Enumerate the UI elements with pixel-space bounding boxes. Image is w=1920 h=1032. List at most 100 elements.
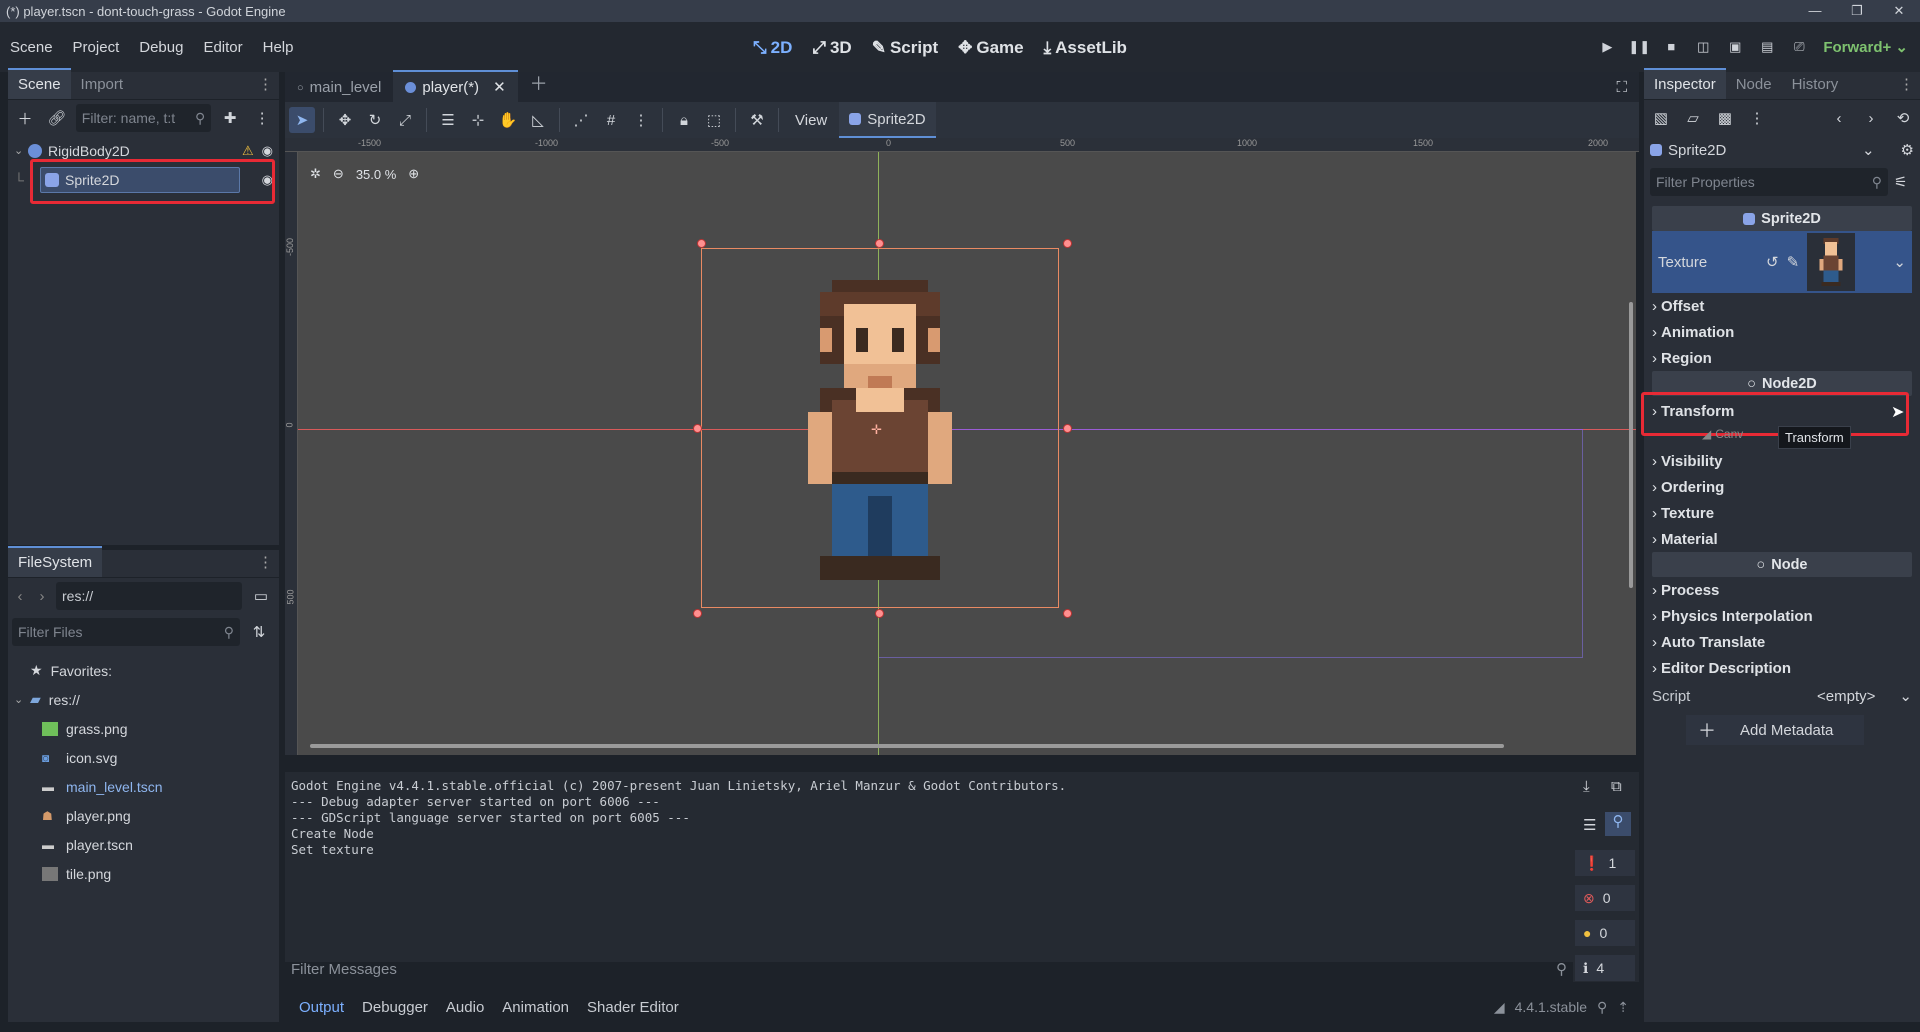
fullscreen-icon[interactable]: ⛶: [1604, 73, 1639, 102]
resize-handle[interactable]: [875, 239, 884, 248]
play-scene-icon[interactable]: ▣: [1719, 30, 1751, 64]
attach-script-icon[interactable]: ✚: [217, 105, 243, 131]
tab-filesystem[interactable]: FileSystem: [8, 546, 103, 577]
zoom-level[interactable]: 35.0 %: [356, 167, 396, 182]
path-field[interactable]: res://: [56, 582, 242, 610]
workspace-3d[interactable]: ⤢ 3D: [804, 34, 859, 62]
add-tab-icon[interactable]: ＋: [518, 64, 560, 102]
save-icon[interactable]: ▩: [1712, 105, 1738, 131]
zoom-out-icon[interactable]: ⊖: [333, 166, 344, 182]
dock-menu-icon[interactable]: ⋮: [252, 69, 279, 99]
workspace-assetlib[interactable]: ⤓ AssetLib: [1036, 34, 1135, 62]
play-custom-scene-icon[interactable]: ▤: [1751, 30, 1783, 64]
open-folder-icon[interactable]: ▱: [1680, 105, 1706, 131]
sprite2d-editor-tab[interactable]: Sprite2D: [839, 102, 936, 138]
tab-shader-editor[interactable]: Shader Editor: [579, 999, 687, 1016]
tab-debugger[interactable]: Debugger: [354, 999, 436, 1016]
section-material[interactable]: › Material: [1644, 526, 1920, 552]
stop-icon[interactable]: ■: [1655, 30, 1687, 64]
filter-properties-input[interactable]: Filter Properties ⚲: [1650, 168, 1888, 196]
section-ordering[interactable]: › Ordering: [1644, 474, 1920, 500]
movie-maker-icon[interactable]: ⎚: [1783, 30, 1815, 64]
expand-panel-icon[interactable]: ⇡: [1617, 999, 1629, 1016]
resize-handle[interactable]: [693, 609, 702, 618]
property-options-icon[interactable]: ⚟: [1894, 173, 1907, 191]
chevron-down-icon[interactable]: ⌄: [1893, 253, 1906, 271]
ruler-icon[interactable]: ◺: [525, 107, 551, 133]
history-back-icon[interactable]: ‹: [1826, 105, 1852, 131]
workspace-game[interactable]: ✥ Game: [950, 34, 1032, 62]
dock-menu-icon[interactable]: ⋮: [252, 547, 279, 577]
file-item[interactable]: ◙ icon.svg: [14, 743, 279, 772]
move-mode-icon[interactable]: ✥: [332, 107, 358, 133]
file-item[interactable]: grass.png: [14, 714, 279, 743]
favorites-item[interactable]: ★ Favorites:: [14, 656, 279, 685]
texture-property[interactable]: Texture ↺ ✎ ⌄: [1652, 231, 1912, 293]
section-offset[interactable]: › Offset: [1644, 293, 1920, 319]
scene-filter-input[interactable]: Filter: name, t:t ⚲: [75, 104, 212, 132]
sort-icon[interactable]: ⇅: [246, 619, 272, 645]
menu-scene[interactable]: Scene: [0, 39, 63, 56]
tab-scene[interactable]: Scene: [8, 68, 71, 99]
new-resource-icon[interactable]: ▧: [1648, 105, 1674, 131]
section-region[interactable]: › Region: [1644, 345, 1920, 371]
select-mode-icon[interactable]: ➤: [289, 107, 315, 133]
instance-scene-icon[interactable]: 🔗︎: [44, 105, 70, 131]
object-history-icon[interactable]: ⟲: [1890, 105, 1916, 131]
file-item[interactable]: ☗ player.png: [14, 801, 279, 830]
zoom-in-icon[interactable]: ⊕: [408, 166, 419, 182]
tab-animation[interactable]: Animation: [494, 999, 577, 1016]
resize-handle[interactable]: [697, 239, 706, 248]
scene-menu-icon[interactable]: ⋮: [249, 105, 275, 131]
scale-mode-icon[interactable]: ⤢: [392, 107, 418, 133]
grid-snap-icon[interactable]: #: [598, 107, 624, 133]
chevron-down-icon[interactable]: ⌄: [1899, 687, 1912, 705]
2d-viewport-canvas[interactable]: ✲ ⊖ 35.0 % ⊕ ✛: [298, 152, 1636, 755]
menu-editor[interactable]: Editor: [193, 39, 252, 56]
file-item[interactable]: tile.png: [14, 859, 279, 888]
tab-output[interactable]: Output: [291, 999, 352, 1016]
pivot-icon[interactable]: ⊹: [465, 107, 491, 133]
horizontal-scrollbar[interactable]: [310, 744, 1504, 748]
resize-handle[interactable]: [1063, 609, 1072, 618]
file-item[interactable]: ▬ player.tscn: [14, 830, 279, 859]
lock-icon[interactable]: 🔒︎: [671, 107, 697, 133]
tab-inspector[interactable]: Inspector: [1644, 68, 1726, 99]
tab-audio[interactable]: Audio: [438, 999, 492, 1016]
object-selector[interactable]: Sprite2D ⌄ ⚙: [1644, 136, 1920, 164]
pin-icon[interactable]: ⚲: [1597, 999, 1607, 1016]
vertical-scrollbar[interactable]: [1629, 302, 1633, 588]
messages-count[interactable]: ❗ 1: [1575, 850, 1635, 876]
node-settings-icon[interactable]: ⚙: [1901, 141, 1914, 159]
revert-icon[interactable]: ↺: [1766, 253, 1779, 271]
errors-count[interactable]: ⊗ 0: [1575, 885, 1635, 911]
edit-texture-icon[interactable]: ✎: [1787, 253, 1800, 271]
dock-menu-icon[interactable]: ⋮: [1893, 69, 1920, 99]
warnings-count[interactable]: ● 0: [1575, 920, 1635, 946]
tab-main-level[interactable]: ○ main_level: [285, 73, 393, 102]
resize-handle[interactable]: [875, 609, 884, 618]
file-item[interactable]: ▬ main_level.tscn: [14, 772, 279, 801]
workspace-script[interactable]: ✎ Script: [864, 34, 946, 62]
menu-project[interactable]: Project: [63, 39, 130, 56]
tree-node-sprite2d[interactable]: └ Sprite2D ◉: [14, 159, 279, 204]
tab-history[interactable]: History: [1782, 70, 1849, 99]
filter-files-input[interactable]: Filter Files ⚲: [12, 618, 240, 646]
section-physics-interpolation[interactable]: › Physics Interpolation: [1644, 603, 1920, 629]
warning-icon[interactable]: ⚠: [242, 143, 254, 159]
script-value[interactable]: <empty>: [1817, 688, 1875, 705]
resize-handle[interactable]: [1063, 424, 1072, 433]
group-icon[interactable]: ⬚: [701, 107, 727, 133]
search-icon[interactable]: ⚲: [1605, 812, 1631, 836]
maximize-icon[interactable]: ❐: [1836, 0, 1878, 22]
bone-icon[interactable]: ⚒: [744, 107, 770, 133]
renderer-select[interactable]: Forward+ ⌄: [1815, 38, 1920, 56]
tab-player[interactable]: player(*) ✕: [393, 70, 518, 102]
filter-toggle-icon[interactable]: ☰: [1583, 816, 1596, 834]
section-animation[interactable]: › Animation: [1644, 319, 1920, 345]
minimize-icon[interactable]: —: [1794, 0, 1836, 22]
visibility-eye-icon[interactable]: ◉: [262, 143, 273, 159]
rotate-mode-icon[interactable]: ↻: [362, 107, 388, 133]
section-process[interactable]: › Process: [1644, 577, 1920, 603]
tab-node[interactable]: Node: [1726, 70, 1782, 99]
